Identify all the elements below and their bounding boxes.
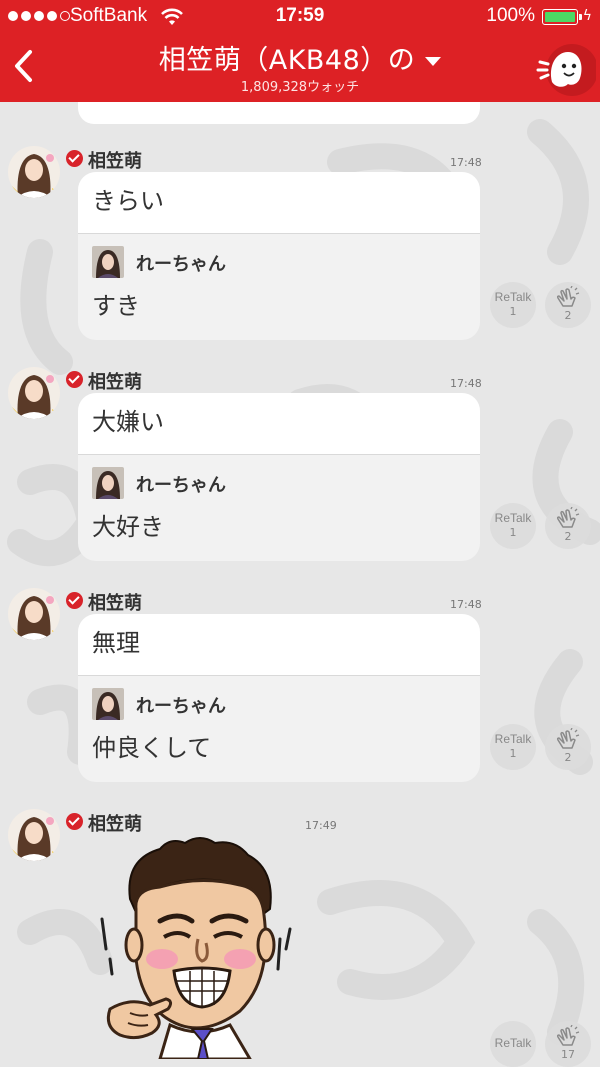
post-time: 17:48 xyxy=(450,377,482,390)
clap-count: 2 xyxy=(564,751,572,764)
author-avatar[interactable] xyxy=(8,146,60,198)
verified-badge-icon xyxy=(66,371,83,388)
message-bubble[interactable]: 無理 れーちゃん 仲良くして xyxy=(78,614,480,782)
battery-icon xyxy=(542,9,582,25)
cartoon-man-sticker[interactable] xyxy=(90,829,310,1059)
reply-author-avatar xyxy=(92,688,124,720)
retalk-button[interactable]: ReTalk 1 xyxy=(490,282,536,328)
reply-text: すき xyxy=(92,292,140,320)
retalk-count: 1 xyxy=(509,305,517,318)
verified-badge-icon xyxy=(66,813,83,830)
app-header: SoftBank 17:59 100% ϟ 相笠萌（AKB48）の 1,809,… xyxy=(0,0,600,102)
talk-post: 相笠萌 17:48 きらい れーちゃん すき ReTalk 1 2 xyxy=(0,146,600,346)
retalk-button[interactable]: ReTalk 1 xyxy=(490,724,536,770)
caret-down-icon xyxy=(425,57,442,66)
battery-percent: 100% xyxy=(486,5,535,26)
charging-icon: ϟ xyxy=(582,8,592,24)
clap-count: 2 xyxy=(564,530,572,543)
mascot-icon[interactable] xyxy=(534,38,596,100)
retalk-label: ReTalk xyxy=(494,511,532,525)
retalk-button[interactable]: ReTalk 1 xyxy=(490,503,536,549)
nav-bar: 相笠萌（AKB48）の 1,809,328ウォッチ xyxy=(0,34,600,102)
author-name[interactable]: 相笠萌 xyxy=(88,368,142,394)
status-bar: SoftBank 17:59 100% ϟ xyxy=(0,0,600,34)
watch-count: 1,809,328ウォッチ xyxy=(240,80,360,95)
author-avatar[interactable] xyxy=(8,367,60,419)
clap-count: 17 xyxy=(561,1048,575,1061)
retalk-count: 1 xyxy=(509,526,517,539)
clap-count: 2 xyxy=(564,309,572,322)
quoted-reply[interactable]: れーちゃん 仲良くして xyxy=(78,676,480,782)
author-name[interactable]: 相笠萌 xyxy=(88,589,142,615)
clap-button[interactable]: 2 xyxy=(545,282,591,328)
reply-text: 大好き xyxy=(92,513,164,541)
talk-feed[interactable]: 相笠萌 17:48 きらい れーちゃん すき ReTalk 1 2 相笠萌 17… xyxy=(0,102,600,1067)
reply-author-avatar xyxy=(92,246,124,278)
message-bubble[interactable]: きらい れーちゃん すき xyxy=(78,172,480,340)
author-avatar[interactable] xyxy=(8,809,60,861)
talk-title: 相笠萌（AKB48）の xyxy=(158,45,416,76)
verified-badge-icon xyxy=(66,592,83,609)
message-text: 無理 xyxy=(78,614,480,676)
author-avatar[interactable] xyxy=(8,588,60,640)
clap-hands-icon xyxy=(556,285,580,307)
retalk-label: ReTalk xyxy=(494,1036,532,1050)
reply-author-name: れーちゃん xyxy=(136,254,226,275)
message-bubble[interactable]: 大嫌い れーちゃん 大好き xyxy=(78,393,480,561)
quoted-reply[interactable]: れーちゃん すき xyxy=(78,234,480,340)
verified-badge-icon xyxy=(66,150,83,167)
retalk-count: 1 xyxy=(509,747,517,760)
reply-author-name: れーちゃん xyxy=(136,696,226,717)
post-time: 17:48 xyxy=(450,156,482,169)
clap-button[interactable]: 17 xyxy=(545,1021,591,1067)
message-text: 大嫌い xyxy=(78,393,480,455)
talk-post: 相笠萌 17:48 大嫌い れーちゃん 大好き ReTalk 1 2 xyxy=(0,367,600,567)
talk-post: 相笠萌 17:48 無理 れーちゃん 仲良くして ReTalk 1 2 xyxy=(0,588,600,788)
previous-message-bubble xyxy=(78,102,480,124)
message-text: きらい xyxy=(78,172,480,234)
clap-button[interactable]: 2 xyxy=(545,503,591,549)
quoted-reply[interactable]: れーちゃん 大好き xyxy=(78,455,480,561)
post-time: 17:48 xyxy=(450,598,482,611)
clap-hands-icon xyxy=(556,506,580,528)
author-name[interactable]: 相笠萌 xyxy=(88,147,142,173)
retalk-button[interactable]: ReTalk xyxy=(490,1021,536,1067)
reply-author-avatar xyxy=(92,467,124,499)
retalk-label: ReTalk xyxy=(494,290,532,304)
clap-hands-icon xyxy=(556,727,580,749)
talk-post: 相笠萌 17:49 ReTalk 17 xyxy=(0,809,600,1067)
reply-author-name: れーちゃん xyxy=(136,475,226,496)
reply-text: 仲良くして xyxy=(92,734,212,762)
clap-button[interactable]: 2 xyxy=(545,724,591,770)
retalk-label: ReTalk xyxy=(494,732,532,746)
clap-hands-icon xyxy=(556,1024,580,1046)
talk-title-dropdown[interactable]: 相笠萌（AKB48）の xyxy=(0,38,600,77)
